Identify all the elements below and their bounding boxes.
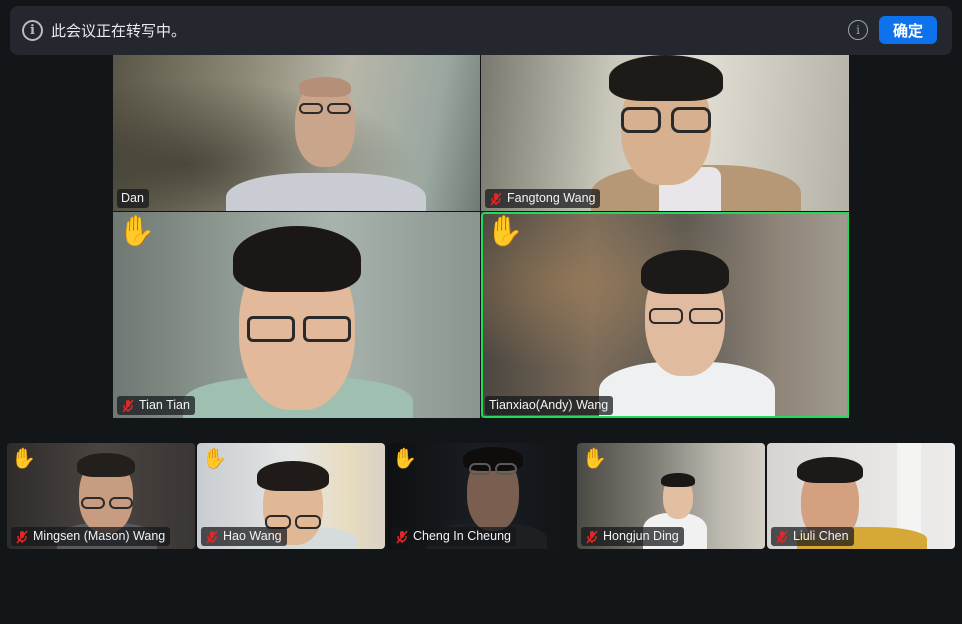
video-tile[interactable]: Liuli Chen: [767, 443, 955, 549]
participant-name-tag: Cheng In Cheung: [391, 527, 516, 546]
raised-hand-icon: ✋: [582, 446, 607, 470]
participant-name: Hao Wang: [223, 529, 282, 543]
info-icon[interactable]: i: [848, 20, 868, 40]
confirm-button[interactable]: 确定: [879, 16, 937, 44]
video-tile[interactable]: Dan: [113, 55, 480, 211]
participant-name-tag: Tian Tian: [117, 396, 195, 415]
microphone-muted-icon: [395, 529, 409, 544]
participant-name: Cheng In Cheung: [413, 529, 511, 543]
participant-name-tag: Hongjun Ding: [581, 527, 684, 546]
raised-hand-icon: ✋: [11, 446, 36, 470]
video-tile[interactable]: ✋ Mingsen (Mason) Wang: [7, 443, 195, 549]
participant-name: Mingsen (Mason) Wang: [33, 529, 166, 543]
participant-name: Fangtong Wang: [507, 191, 596, 205]
video-tile[interactable]: ✋ Hao Wang: [197, 443, 385, 549]
participant-name-tag: Hao Wang: [201, 527, 287, 546]
info-icon: i: [22, 20, 43, 41]
video-tile[interactable]: Fangtong Wang: [481, 55, 849, 211]
participant-name-tag: Mingsen (Mason) Wang: [11, 527, 171, 546]
raised-hand-icon: ✋: [486, 214, 524, 249]
raised-hand-icon: ✋: [118, 214, 156, 249]
raised-hand-icon: ✋: [202, 446, 227, 470]
microphone-muted-icon: [205, 529, 219, 544]
transcription-banner: i 此会议正在转写中。 i 确定: [10, 6, 952, 55]
participant-name-tag: Tianxiao(Andy) Wang: [485, 396, 614, 415]
participant-name-tag: Dan: [117, 189, 149, 208]
participant-name: Hongjun Ding: [603, 529, 679, 543]
participant-name-tag: Fangtong Wang: [485, 189, 601, 208]
video-tile[interactable]: ✋ Hongjun Ding: [577, 443, 765, 549]
video-tile[interactable]: ✋ Tian Tian: [113, 212, 480, 418]
microphone-muted-icon: [489, 191, 503, 206]
video-tile[interactable]: ✋ Cheng In Cheung: [387, 443, 575, 549]
video-tile-active-speaker[interactable]: ✋ Tianxiao(Andy) Wang: [481, 212, 849, 418]
participant-name-tag: Liuli Chen: [771, 527, 854, 546]
banner-message: 此会议正在转写中。: [51, 22, 187, 40]
microphone-muted-icon: [15, 529, 29, 544]
raised-hand-icon: ✋: [392, 446, 417, 470]
microphone-muted-icon: [121, 398, 135, 413]
participant-name: Dan: [121, 191, 144, 205]
microphone-muted-icon: [585, 529, 599, 544]
participant-name: Liuli Chen: [793, 529, 849, 543]
participant-name: Tianxiao(Andy) Wang: [489, 398, 609, 412]
microphone-muted-icon: [775, 529, 789, 544]
participant-name: Tian Tian: [139, 398, 190, 412]
